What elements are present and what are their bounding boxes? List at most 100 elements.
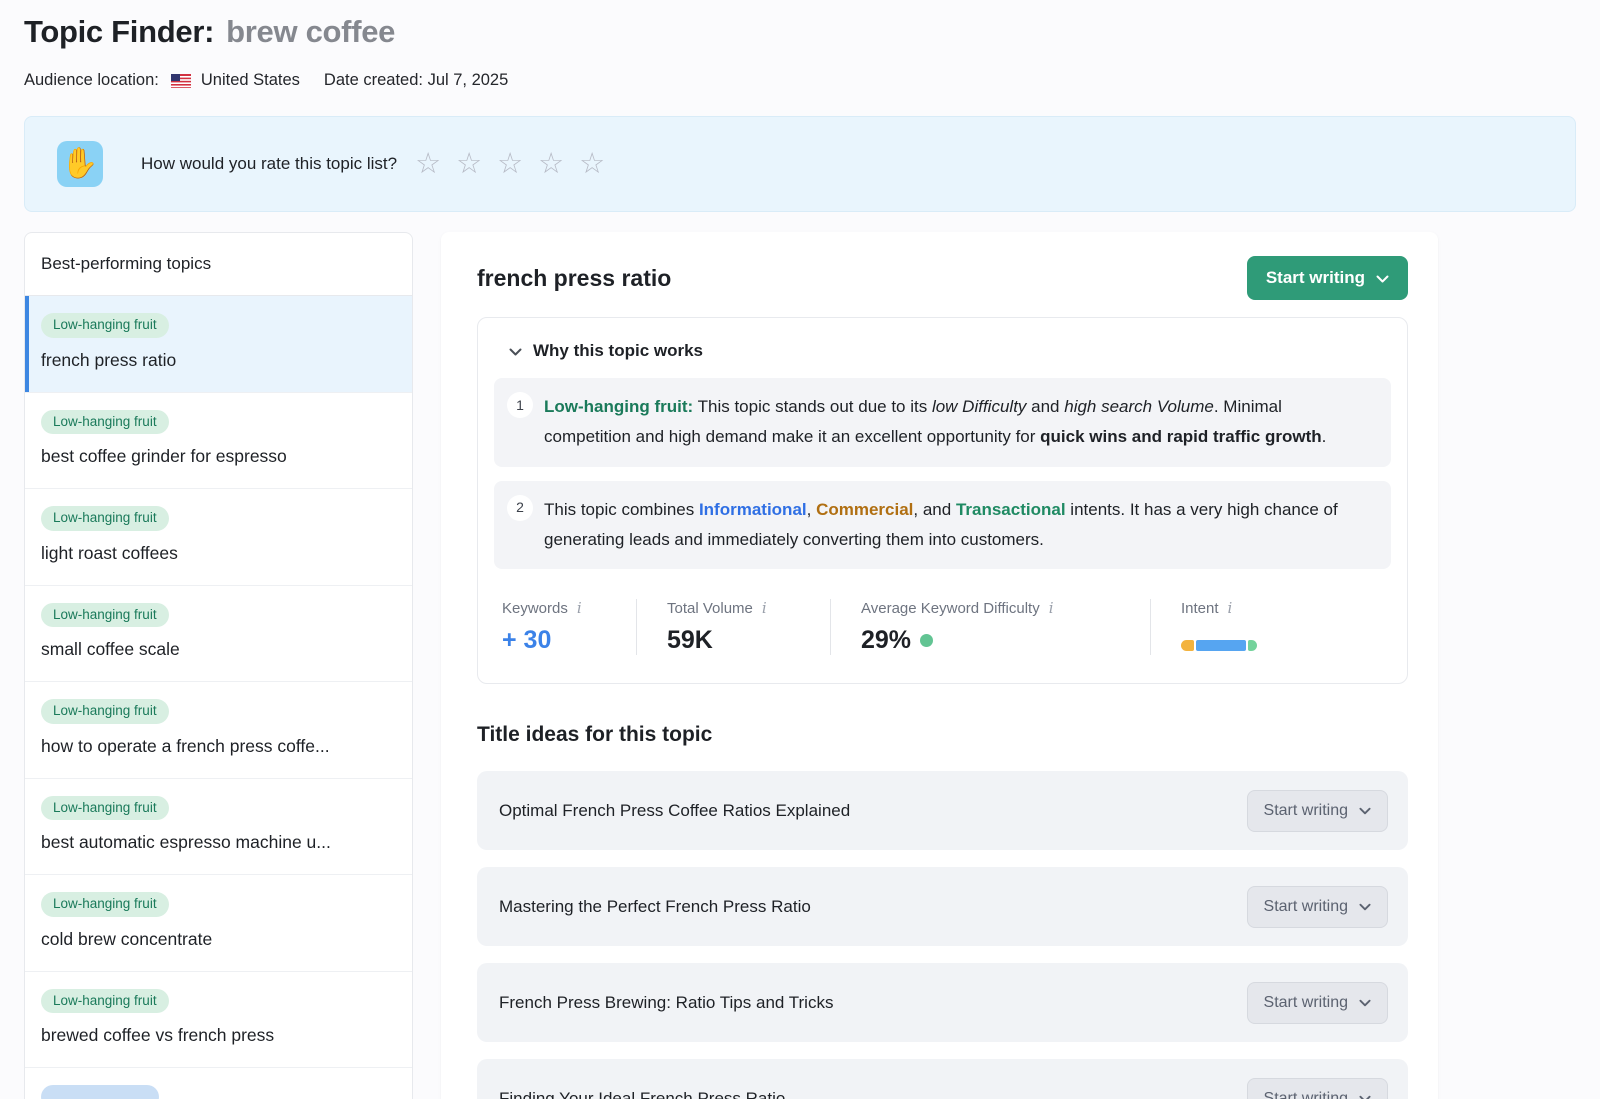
topic-badge: Low-hanging fruit (41, 796, 169, 821)
intent-segment-commercial (1181, 640, 1194, 651)
metric-total-volume: Total Volume i 59K (636, 599, 830, 655)
info-icon[interactable]: i (1228, 599, 1233, 617)
us-flag-icon (171, 74, 191, 88)
title-idea-row: Mastering the Perfect French Press Ratio… (477, 867, 1408, 946)
topic-badge: Low-hanging fruit (41, 506, 169, 531)
why-points: 1 Low-hanging fruit: This topic stands o… (494, 378, 1391, 569)
topic-list-item[interactable]: Low-hanging fruit cold brew concentrate (25, 875, 412, 972)
topic-metrics: Keywords i + 30 Total Volume i 59K (494, 583, 1391, 683)
content-area: Best-performing topics Low-hanging fruit… (24, 232, 1576, 1099)
chevron-down-icon (1359, 802, 1371, 820)
audience-location-label: Audience location: (24, 71, 159, 90)
title-idea-row: French Press Brewing: Ratio Tips and Tri… (477, 963, 1408, 1042)
title-idea-text: French Press Brewing: Ratio Tips and Tri… (499, 993, 833, 1013)
star-rating: ☆ ☆ ☆ ☆ ☆ (415, 150, 605, 179)
topic-label: best automatic espresso machine u... (41, 832, 396, 853)
chevron-down-icon (509, 341, 522, 361)
metric-intent: Intent i (1150, 599, 1257, 655)
topic-finder-page: Topic Finder: brew coffee Audience locat… (0, 14, 1600, 1099)
topic-detail-header: french press ratio Start writing (477, 256, 1408, 300)
title-idea-row: Optimal French Press Coffee Ratios Expla… (477, 771, 1408, 850)
intent-label: Intent (1181, 600, 1219, 617)
title-ideas-heading: Title ideas for this topic (477, 723, 1408, 747)
topic-badge: Low-hanging fruit (41, 699, 169, 724)
chevron-down-icon (1359, 898, 1371, 916)
topic-list: Low-hanging fruit french press ratio Low… (25, 296, 412, 1099)
rating-banner: ✋ How would you rate this topic list? ☆☆… (24, 116, 1576, 212)
start-writing-label: Start writing (1264, 898, 1348, 916)
topic-list-item[interactable]: Low-hanging fruit brewed coffee vs frenc… (25, 972, 412, 1069)
keywords-value: + 30 (502, 626, 636, 655)
page-subheader: Audience location: United States Date cr… (24, 71, 1576, 90)
rating-question: How would you rate this topic list? (141, 154, 397, 174)
why-topic-works-toggle[interactable]: Why this topic works (494, 341, 1391, 378)
keywords-label: Keywords (502, 600, 568, 617)
topic-badge: Low-hanging fruit (41, 892, 169, 917)
selected-topic-title: french press ratio (477, 265, 671, 292)
intent-segment-informational (1196, 640, 1246, 651)
difficulty-value: 29% (861, 626, 911, 655)
star-icon[interactable]: ☆ (415, 150, 441, 179)
start-writing-button[interactable]: Start writing (1247, 256, 1408, 300)
topic-list-item[interactable]: Low-hanging fruit small coffee scale (25, 586, 412, 683)
topic-badge: Low-hanging fruit (41, 603, 169, 628)
topic-list-item[interactable] (25, 1068, 412, 1099)
chevron-down-icon (1359, 994, 1371, 1012)
point-number: 2 (507, 495, 533, 521)
point-text: Low-hanging fruit: This topic stands out… (544, 397, 1326, 446)
star-icon[interactable]: ☆ (497, 150, 523, 179)
start-writing-label: Start writing (1266, 268, 1365, 288)
raised-hand-icon: ✋ (57, 141, 103, 187)
topic-label: best coffee grinder for espresso (41, 446, 396, 467)
metric-keyword-difficulty: Average Keyword Difficulty i 29% (830, 599, 1150, 655)
metric-keywords: Keywords i + 30 (494, 599, 636, 655)
chevron-down-icon (1359, 1090, 1371, 1099)
topic-label: small coffee scale (41, 639, 396, 660)
start-writing-label: Start writing (1264, 802, 1348, 820)
page-title-query: brew coffee (226, 14, 395, 50)
topic-label: brewed coffee vs french press (41, 1025, 396, 1046)
topic-label: light roast coffees (41, 543, 396, 564)
info-icon[interactable]: i (577, 599, 582, 617)
start-writing-label: Start writing (1264, 994, 1348, 1012)
topic-badge: Low-hanging fruit (41, 989, 169, 1014)
total-volume-label: Total Volume (667, 600, 753, 617)
start-writing-button[interactable]: Start writing (1247, 886, 1388, 928)
chevron-down-icon (1376, 268, 1389, 288)
point-number: 1 (507, 392, 533, 418)
topic-list-item[interactable]: Low-hanging fruit french press ratio (25, 296, 412, 393)
topic-label: how to operate a french press coffe... (41, 736, 396, 757)
title-ideas-list: Optimal French Press Coffee Ratios Expla… (477, 771, 1408, 1099)
why-point: 2 This topic combines Informational, Com… (494, 481, 1391, 570)
intent-segment-transactional (1248, 640, 1257, 651)
info-icon[interactable]: i (762, 599, 767, 617)
title-idea-text: Optimal French Press Coffee Ratios Expla… (499, 801, 850, 821)
start-writing-button[interactable]: Start writing (1247, 1078, 1388, 1099)
title-idea-row: Finding Your Ideal French Press Ratio St… (477, 1059, 1408, 1099)
why-topic-works-title: Why this topic works (533, 341, 703, 361)
star-icon[interactable]: ☆ (538, 150, 564, 179)
topic-list-item[interactable]: Low-hanging fruit best coffee grinder fo… (25, 393, 412, 490)
topic-label: cold brew concentrate (41, 929, 396, 950)
audience-location-value: United States (201, 71, 300, 90)
star-icon[interactable]: ☆ (579, 150, 605, 179)
info-icon[interactable]: i (1049, 599, 1054, 617)
total-volume-value: 59K (667, 626, 830, 655)
start-writing-button[interactable]: Start writing (1247, 982, 1388, 1024)
title-idea-text: Finding Your Ideal French Press Ratio (499, 1089, 785, 1099)
start-writing-button[interactable]: Start writing (1247, 790, 1388, 832)
best-performing-topics-panel: Best-performing topics Low-hanging fruit… (24, 232, 413, 1099)
topic-list-item[interactable]: Low-hanging fruit how to operate a frenc… (25, 682, 412, 779)
topic-detail-panel: french press ratio Start writing Why thi… (441, 232, 1438, 1099)
sidebar-title: Best-performing topics (25, 233, 412, 296)
topic-list-item[interactable]: Low-hanging fruit best automatic espress… (25, 779, 412, 876)
star-icon[interactable]: ☆ (456, 150, 482, 179)
topic-badge: Low-hanging fruit (41, 410, 169, 435)
difficulty-status-dot (920, 634, 933, 647)
topic-list-item[interactable]: Low-hanging fruit light roast coffees (25, 489, 412, 586)
why-topic-works-card: Why this topic works 1 Low-hanging fruit… (477, 317, 1408, 684)
page-title-prefix: Topic Finder: (24, 14, 214, 50)
difficulty-label: Average Keyword Difficulty (861, 600, 1040, 617)
title-idea-text: Mastering the Perfect French Press Ratio (499, 897, 811, 917)
intent-distribution-bar (1181, 640, 1257, 651)
